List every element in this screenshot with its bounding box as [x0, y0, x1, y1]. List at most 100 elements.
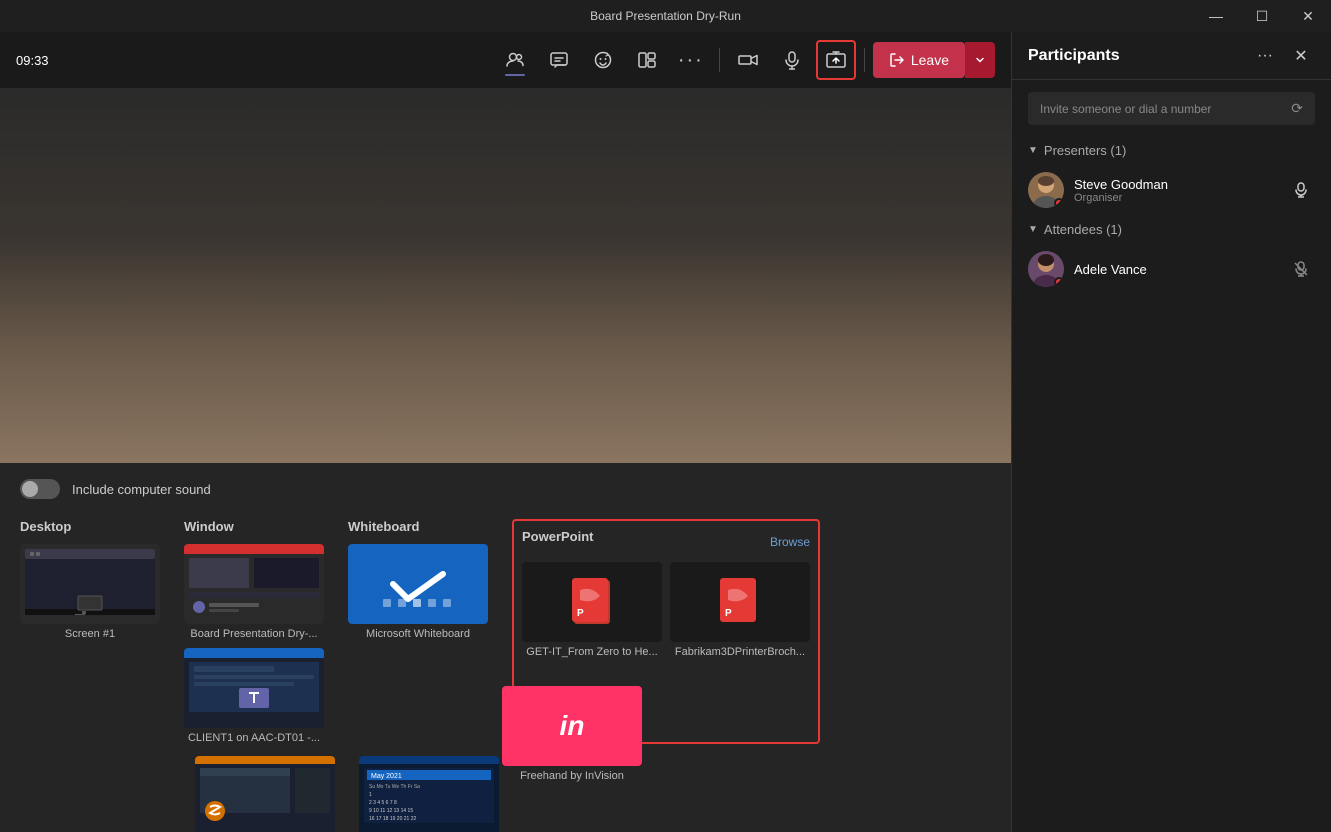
calendar-thumb-visual: May 2021 Su Mo Tu We Th Fr Sa 1 2 3 4 5 … — [359, 756, 499, 832]
screen-thumb-visual — [20, 544, 160, 624]
participant-adele-vance: Adele Vance — [1012, 243, 1331, 295]
adele-vance-info: Adele Vance — [1074, 262, 1277, 277]
panel-header-actions: ··· ✕ — [1251, 42, 1315, 70]
include-sound-label: Include computer sound — [72, 482, 211, 497]
dial-icon[interactable]: ⟳ — [1291, 100, 1303, 117]
toolbar-separator — [719, 48, 720, 72]
adele-vance-avatar — [1028, 251, 1064, 287]
browse-link[interactable]: Browse — [770, 535, 810, 549]
leave-button-group: Leave — [873, 42, 995, 78]
ppt-file-2-thumb: P — [670, 562, 810, 642]
invision-label: Freehand by InVision — [520, 770, 624, 782]
include-sound-toggle[interactable] — [20, 479, 60, 499]
chat-button[interactable] — [539, 40, 579, 80]
ppt-file-1-thumb: P — [522, 562, 662, 642]
adele-vance-actions — [1287, 255, 1315, 283]
calendar-thumbnail[interactable]: May 2021 Su Mo Tu We Th Fr Sa 1 2 3 4 5 … — [359, 756, 499, 832]
snagit-thumb-img — [195, 756, 335, 832]
ppt-file-1-label: GET-IT_From Zero to He... — [526, 646, 657, 658]
steve-goodman-name: Steve Goodman — [1074, 177, 1277, 192]
invite-bar[interactable]: Invite someone or dial a number ⟳ — [1028, 92, 1315, 125]
invision-thumb-visual: in — [502, 686, 642, 766]
screen-thumbnail[interactable]: Screen #1 — [20, 544, 160, 640]
adele-vance-mic-icon[interactable] — [1287, 255, 1315, 283]
ppt-file-2-label: Fabrikam3DPrinterBroch... — [675, 646, 805, 658]
attendees-label: Attendees (1) — [1044, 222, 1122, 237]
ppt-file-2-thumbnail[interactable]: P Fabrikam3DPrinterBroch... — [670, 562, 810, 658]
svg-text:16 17 18 19 20 21 22: 16 17 18 19 20 21 22 — [369, 816, 416, 822]
snagit-thumb-visual — [195, 756, 335, 832]
svg-text:P: P — [725, 608, 732, 619]
board-thumb-img — [184, 544, 324, 624]
reactions-button[interactable] — [583, 40, 623, 80]
meeting-toolbar: 09:33 — [0, 32, 1011, 88]
screen-thumb-img — [20, 544, 160, 624]
attendees-section-header[interactable]: ▼ Attendees (1) — [1012, 216, 1331, 243]
participants-button[interactable] — [495, 40, 535, 80]
steve-goodman-mic-icon[interactable] — [1287, 176, 1315, 204]
desktop-section-title: Desktop — [20, 519, 160, 534]
svg-text:1: 1 — [369, 792, 372, 798]
steve-goodman-status — [1054, 198, 1064, 208]
mic-button[interactable] — [772, 40, 812, 80]
main-layout: 09:33 — [0, 32, 1331, 832]
svg-text:9 10 11 12 13 14 15: 9 10 11 12 13 14 15 — [369, 808, 413, 814]
presenters-chevron-icon: ▼ — [1028, 145, 1038, 156]
whiteboard-thumb-img — [348, 544, 488, 624]
whiteboard-thumb-visual — [348, 544, 488, 624]
ppt-file-1-thumbnail[interactable]: P GET-IT_From Zero to He... — [522, 562, 662, 658]
toolbar-separator-2 — [864, 48, 865, 72]
adele-vance-status — [1054, 277, 1064, 287]
maximize-button[interactable]: ☐ — [1239, 0, 1285, 32]
presenters-section-header[interactable]: ▼ Presenters (1) — [1012, 137, 1331, 164]
panel-close-button[interactable]: ✕ — [1287, 42, 1315, 70]
more-button[interactable]: ··· — [671, 40, 711, 80]
desktop-section: Desktop — [20, 519, 160, 744]
camera-button[interactable] — [728, 40, 768, 80]
video-area — [0, 88, 1011, 463]
panel-header: Participants ··· ✕ — [1012, 32, 1331, 80]
leave-dropdown-button[interactable] — [965, 42, 995, 78]
minimize-button[interactable]: — — [1193, 0, 1239, 32]
invite-text: Invite someone or dial a number — [1040, 102, 1211, 116]
window-items: Board Presentation Dry-... — [184, 544, 324, 744]
window-title: Board Presentation Dry-Run — [590, 9, 741, 23]
window-section: Window — [184, 519, 324, 744]
svg-text:P: P — [577, 608, 584, 619]
window-section-title: Window — [184, 519, 324, 534]
calendar-thumb-img: May 2021 Su Mo Tu We Th Fr Sa 1 2 3 4 5 … — [359, 756, 499, 832]
invision-thumbnail-item[interactable]: in Freehand by InVision — [502, 686, 642, 782]
whiteboard-section: Whiteboard — [348, 519, 488, 744]
share-controls: Include computer sound — [20, 479, 991, 499]
board-window-thumbnail[interactable]: Board Presentation Dry-... — [184, 544, 324, 640]
client1-thumb-img — [184, 648, 324, 728]
panel-title: Participants — [1028, 47, 1120, 65]
share-screen-button[interactable] — [816, 40, 856, 80]
board-window-label: Board Presentation Dry-... — [190, 628, 317, 640]
powerpoint-grid: P GET-IT_From Zero to He... P — [522, 562, 810, 658]
attendees-chevron-icon: ▼ — [1028, 224, 1038, 235]
whiteboard-label: Microsoft Whiteboard — [366, 628, 470, 640]
close-button[interactable]: ✕ — [1285, 0, 1331, 32]
steve-goodman-actions — [1287, 176, 1315, 204]
steve-goodman-role: Organiser — [1074, 192, 1277, 204]
svg-text:May 2021: May 2021 — [371, 773, 402, 780]
time-display: 09:33 — [16, 53, 49, 68]
powerpoint-section-header: PowerPoint Browse — [522, 529, 810, 554]
svg-text:2 3 4 5 6 7 8: 2 3 4 5 6 7 8 — [369, 800, 397, 806]
client1-window-thumbnail[interactable]: CLIENT1 on AAC-DT01 -... — [184, 648, 324, 744]
powerpoint-section-title: PowerPoint — [522, 529, 594, 544]
title-bar: Board Presentation Dry-Run — ☐ ✕ — [0, 0, 1331, 32]
steve-goodman-avatar — [1028, 172, 1064, 208]
video-feed — [0, 88, 1011, 463]
whiteboard-section-title: Whiteboard — [348, 519, 488, 534]
snagit-thumbnail[interactable]: Snagit Editor - [Jan 11, 2... — [195, 756, 335, 832]
client1-window-label: CLIENT1 on AAC-DT01 -... — [188, 732, 320, 744]
leave-button[interactable]: Leave — [873, 42, 965, 78]
steve-goodman-info: Steve Goodman Organiser — [1074, 177, 1277, 204]
presenters-label: Presenters (1) — [1044, 143, 1126, 158]
participants-panel: Participants ··· ✕ Invite someone or dia… — [1011, 32, 1331, 832]
panel-more-button[interactable]: ··· — [1251, 42, 1279, 70]
whiteboard-thumbnail[interactable]: Microsoft Whiteboard — [348, 544, 488, 640]
view-button[interactable] — [627, 40, 667, 80]
